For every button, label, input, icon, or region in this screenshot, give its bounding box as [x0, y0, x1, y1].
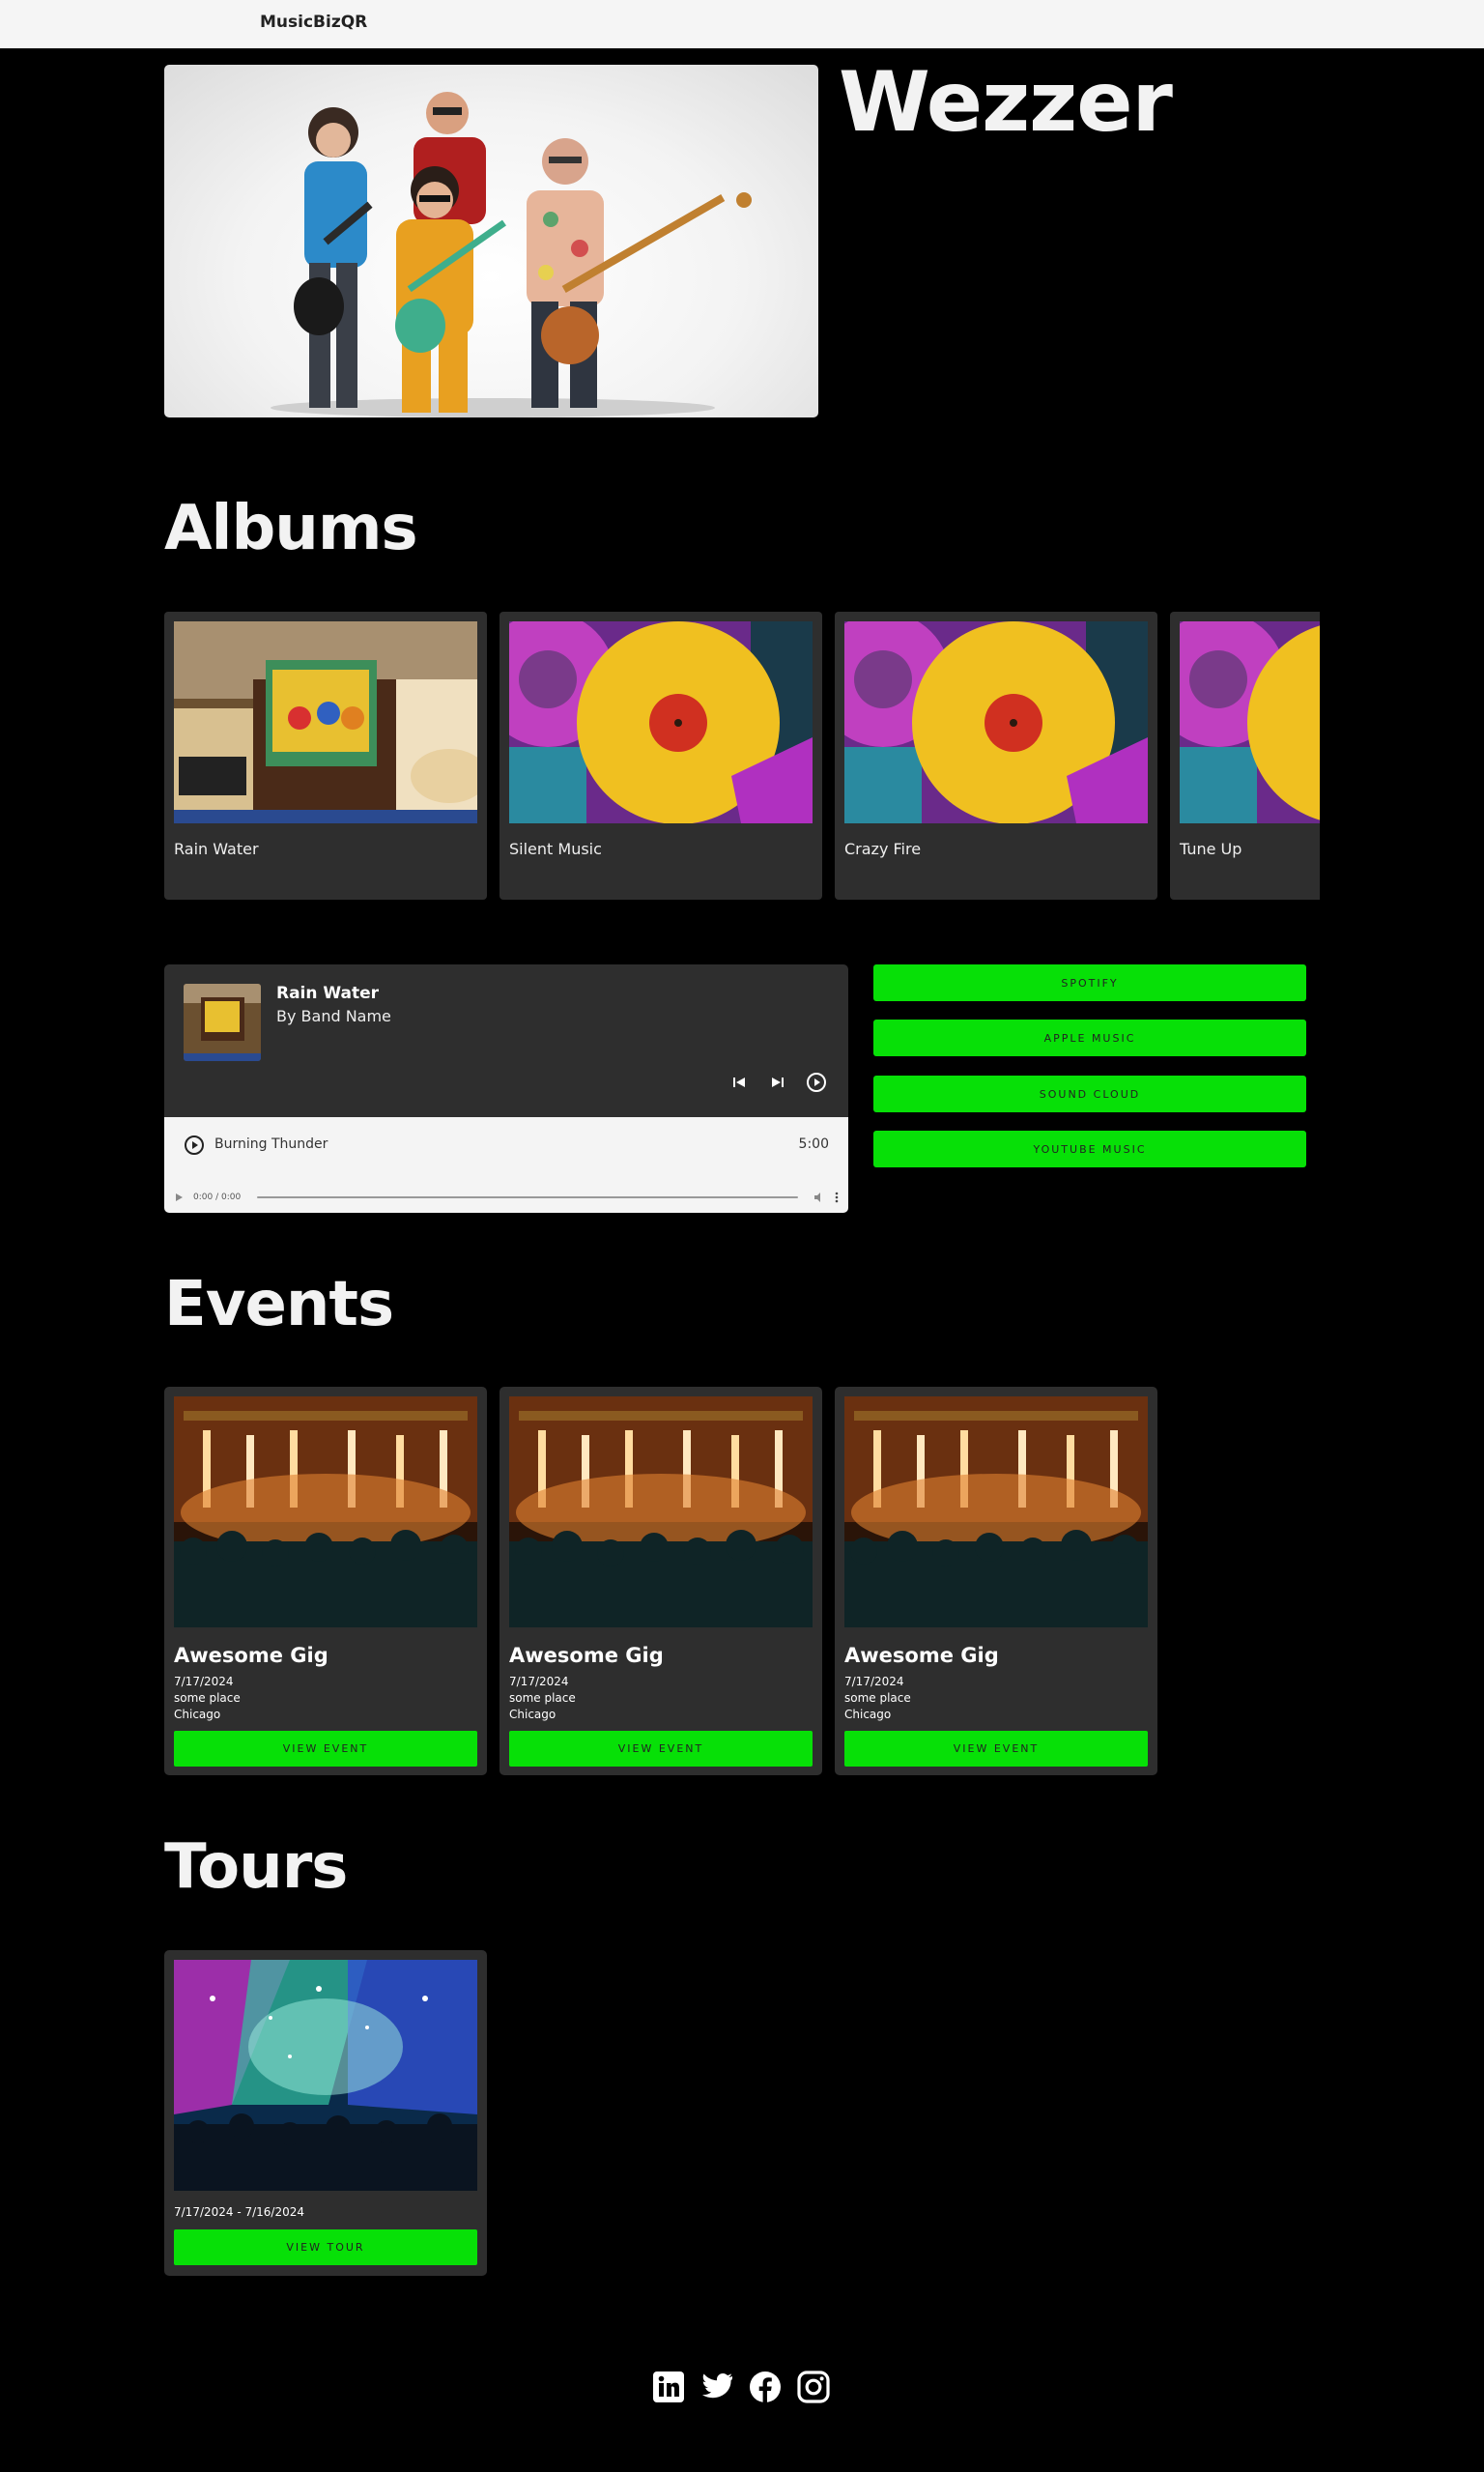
next-icon[interactable]: [766, 1071, 789, 1094]
facebook-icon[interactable]: [748, 2370, 783, 2404]
track-duration: 5:00: [798, 1136, 829, 1152]
social-links: [651, 2370, 831, 2404]
music-player: Rain Water By Band Name Burning Thunder …: [164, 964, 848, 1213]
album-cover: [509, 621, 813, 823]
album-cover: [844, 621, 1148, 823]
view-tour-button[interactable]: VIEW TOUR: [174, 2229, 477, 2265]
track-name[interactable]: Burning Thunder: [214, 1136, 328, 1152]
event-card: Awesome Gig 7/17/2024 some place Chicago…: [499, 1387, 822, 1775]
track-list: Burning Thunder 5:00 0:00 / 0:00: [164, 1117, 848, 1213]
more-options-icon[interactable]: [835, 1192, 839, 1203]
band-name-heading: Wezzer: [839, 54, 1173, 151]
albums-carousel[interactable]: Rain Water Silent Music Crazy Fire Tune …: [164, 612, 1320, 900]
album-name: Silent Music: [509, 840, 602, 858]
event-card: Awesome Gig 7/17/2024 some place Chicago…: [835, 1387, 1157, 1775]
event-date: 7/17/2024: [509, 1675, 569, 1688]
events-heading: Events: [164, 1269, 394, 1340]
brand-logo-text[interactable]: MusicBizQR: [260, 13, 367, 32]
event-venue: some place: [174, 1691, 241, 1705]
view-event-button[interactable]: VIEW EVENT: [844, 1731, 1148, 1767]
volume-icon[interactable]: [813, 1192, 825, 1203]
album-name: Tune Up: [1180, 840, 1242, 858]
event-image: [509, 1396, 813, 1627]
album-cover: [174, 621, 477, 823]
instagram-icon[interactable]: [796, 2370, 831, 2404]
event-image: [844, 1396, 1148, 1627]
view-event-button[interactable]: VIEW EVENT: [509, 1731, 813, 1767]
tour-card: 7/17/2024 - 7/16/2024 VIEW TOUR: [164, 1950, 487, 2276]
apple-music-button[interactable]: APPLE MUSIC: [873, 1020, 1306, 1056]
sound-cloud-button[interactable]: SOUND CLOUD: [873, 1076, 1306, 1112]
spotify-button[interactable]: SPOTIFY: [873, 964, 1306, 1001]
player-artist: By Band Name: [276, 1007, 391, 1025]
event-venue: some place: [509, 1691, 576, 1705]
album-name: Crazy Fire: [844, 840, 922, 858]
album-card[interactable]: Crazy Fire: [835, 612, 1157, 900]
event-image: [174, 1396, 477, 1627]
album-card[interactable]: Rain Water: [164, 612, 487, 900]
event-city: Chicago: [174, 1708, 221, 1721]
twitter-icon[interactable]: [699, 2370, 734, 2404]
event-city: Chicago: [509, 1708, 556, 1721]
view-event-button[interactable]: VIEW EVENT: [174, 1731, 477, 1767]
player-header: Rain Water By Band Name: [164, 964, 848, 1117]
audio-progress-slider[interactable]: [257, 1196, 798, 1198]
event-city: Chicago: [844, 1708, 892, 1721]
tour-dates: 7/17/2024 - 7/16/2024: [174, 2205, 305, 2219]
album-card[interactable]: Tune Up: [1170, 612, 1320, 900]
youtube-music-button[interactable]: YOUTUBE MUSIC: [873, 1131, 1306, 1167]
linkedin-icon[interactable]: [651, 2370, 686, 2404]
track-play-icon[interactable]: [184, 1135, 205, 1156]
event-venue: some place: [844, 1691, 911, 1705]
event-date: 7/17/2024: [174, 1675, 234, 1688]
previous-icon[interactable]: [728, 1071, 751, 1094]
album-cover: [1180, 621, 1320, 823]
event-title: Awesome Gig: [174, 1644, 328, 1667]
player-album-title: Rain Water: [276, 984, 380, 1003]
audio-play-icon[interactable]: [174, 1193, 184, 1202]
play-circle-icon[interactable]: [805, 1071, 828, 1094]
band-photo: [164, 65, 818, 417]
album-card[interactable]: Silent Music: [499, 612, 822, 900]
event-title: Awesome Gig: [509, 1644, 664, 1667]
audio-time: 0:00 / 0:00: [193, 1193, 242, 1202]
event-date: 7/17/2024: [844, 1675, 904, 1688]
player-album-art: [184, 984, 261, 1061]
audio-element[interactable]: 0:00 / 0:00: [174, 1189, 839, 1206]
top-nav-bar: MusicBizQR: [0, 0, 1484, 48]
albums-heading: Albums: [164, 493, 418, 564]
tour-image: [174, 1960, 477, 2191]
tours-heading: Tours: [164, 1831, 348, 1903]
album-name: Rain Water: [174, 840, 259, 858]
event-title: Awesome Gig: [844, 1644, 999, 1667]
event-card: Awesome Gig 7/17/2024 some place Chicago…: [164, 1387, 487, 1775]
